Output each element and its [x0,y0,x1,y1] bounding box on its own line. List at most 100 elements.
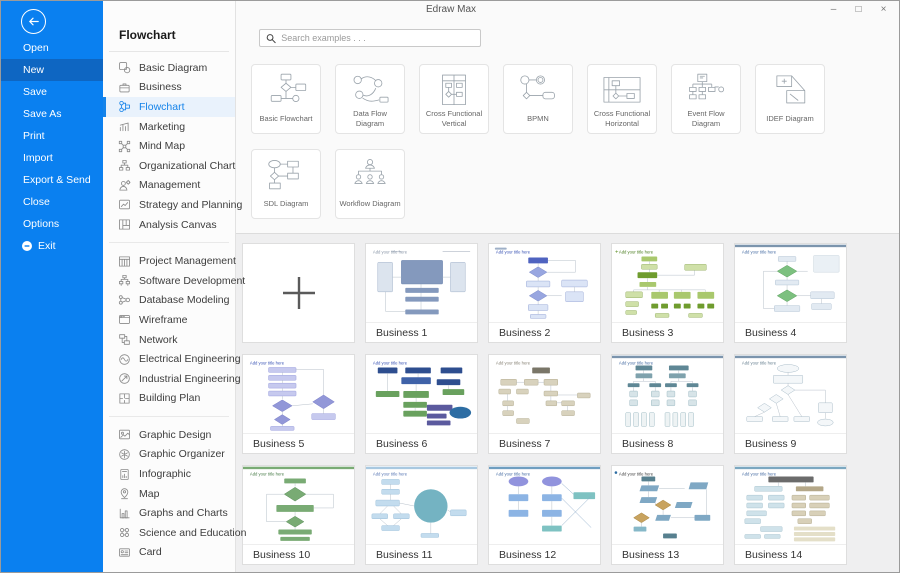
example-label: Business 3 [612,322,723,342]
sdl-diagram-icon [263,156,309,192]
example-label: Business 11 [366,544,477,564]
sidebar-item-options[interactable]: Options [1,213,103,235]
cross-functional-vertical-icon [431,71,477,107]
sidebar-item-exit[interactable]: Exit [1,235,103,257]
category-item-label: Graphs and Charts [139,507,228,519]
category-item-science-and-education[interactable]: Science and Education [103,523,235,543]
management-icon [118,179,131,192]
search-input[interactable] [281,33,474,43]
category-item-label: Wireframe [139,314,187,326]
sidebar-item-print[interactable]: Print [1,125,103,147]
example-label: Business 12 [489,544,600,564]
category-item-card[interactable]: Card [103,543,235,563]
category-item-network[interactable]: Network [103,330,235,350]
svg-text:Add your title here: Add your title here [496,361,531,366]
examples-section: Add your title hereBusiness 1Add your ti… [236,233,899,572]
svg-text:Add your title here: Add your title here [619,472,654,477]
sidebar-item-save-as[interactable]: Save As [1,103,103,125]
mind-map-icon [118,140,131,153]
file-menu-sidebar: OpenNewSaveSave AsPrintImportExport & Se… [1,1,103,572]
minimize-button[interactable]: – [821,1,846,18]
idef-diagram-icon [767,71,813,107]
template-type-basic-flowchart[interactable]: Basic Flowchart [251,64,321,134]
category-item-database-modeling[interactable]: Database Modeling [103,291,235,311]
category-item-management[interactable]: Management [103,176,235,196]
example-card-business-13[interactable]: Add your title hereBusiness 13 [611,465,724,565]
example-thumbnail: Add your title here [489,244,600,322]
example-card-business-1[interactable]: Add your title hereBusiness 1 [365,243,478,343]
example-card-business-7[interactable]: Add your title hereBusiness 7 [488,354,601,454]
category-item-building-plan[interactable]: Building Plan [103,389,235,409]
example-card-business-6[interactable]: Add your title hereBusiness 6 [365,354,478,454]
close-button[interactable]: × [871,1,896,18]
sidebar-item-new[interactable]: New [1,59,103,81]
category-item-mind-map[interactable]: Mind Map [103,136,235,156]
example-thumbnail: Add your title here [612,466,723,544]
example-thumbnail: Add your title here [366,466,477,544]
template-type-label: IDEF Diagram [763,107,817,133]
sidebar-item-export-send[interactable]: Export & Send [1,169,103,191]
category-item-label: Industrial Engineering [139,373,241,385]
example-card-business-5[interactable]: Add your title here Business 5 [242,354,355,454]
example-card-business-9[interactable]: Add your title hereBusiness 9 [734,354,847,454]
template-type-bpmn[interactable]: BPMN [503,64,573,134]
template-type-cross-functional-vertical[interactable]: Cross Functional Vertical [419,64,489,134]
category-item-label: Infographic [139,468,191,480]
sidebar-item-save[interactable]: Save [1,81,103,103]
template-type-data-flow-diagram[interactable]: Data Flow Diagram [335,64,405,134]
category-item-organizational-chart[interactable]: Organizational Chart [103,156,235,176]
new-blank-diagram-card[interactable] [242,243,355,343]
example-card-business-14[interactable]: Add your title hereBusiness 14 [734,465,847,565]
category-item-graphic-organizer[interactable]: Graphic Organizer [103,445,235,465]
template-type-idef-diagram[interactable]: IDEF Diagram [755,64,825,134]
category-item-graphs-and-charts[interactable]: Graphs and Charts [103,503,235,523]
category-item-strategy-and-planning[interactable]: Strategy and Planning [103,195,235,215]
example-card-business-10[interactable]: Add your title hereBusiness 10 [242,465,355,565]
category-item-label: Business [139,81,182,93]
example-card-business-11[interactable]: Add your title hereBusiness 11 [365,465,478,565]
template-type-cross-functional-horizontal[interactable]: Cross Functional Horizontal [587,64,657,134]
example-card-business-8[interactable]: Add your title hereBusiness 8 [611,354,724,454]
back-button[interactable] [21,9,46,34]
template-type-workflow-diagram[interactable]: Workflow Diagram [335,149,405,219]
sidebar-item-close[interactable]: Close [1,191,103,213]
template-type-label: SDL Diagram [261,192,312,218]
search-icon [266,33,276,44]
maximize-button[interactable]: □ [846,1,871,18]
category-item-flowchart[interactable]: Flowchart [103,97,235,117]
category-item-industrial-engineering[interactable]: Industrial Engineering [103,369,235,389]
example-label: Business 4 [735,322,846,342]
category-item-basic-diagram[interactable]: Basic Diagram [103,58,235,78]
sidebar-item-import[interactable]: Import [1,147,103,169]
example-label: Business 6 [366,433,477,453]
category-item-electrical-engineering[interactable]: Electrical Engineering [103,349,235,369]
svg-text:+: + [615,250,619,256]
example-thumbnail: Add your title here [735,244,846,322]
category-item-project-management[interactable]: Project Management [103,251,235,271]
category-item-wireframe[interactable]: Wireframe [103,310,235,330]
category-item-label: Map [139,488,159,500]
category-item-business[interactable]: Business [103,78,235,98]
project-management-icon [118,255,131,268]
example-card-business-12[interactable]: Add your title hereBusiness 12 [488,465,601,565]
template-type-sdl-diagram[interactable]: SDL Diagram [251,149,321,219]
svg-text:Add your title here: Add your title here [373,250,408,255]
svg-text:Add your title here: Add your title here [250,361,285,366]
category-item-software-development[interactable]: Software Development [103,271,235,291]
svg-text:Add your title here: Add your title here [496,250,531,255]
category-item-map[interactable]: Map [103,484,235,504]
template-type-label: Cross Functional Horizontal [588,107,656,133]
category-item-infographic[interactable]: Infographic [103,464,235,484]
example-card-business-4[interactable]: Add your title hereBusiness 4 [734,243,847,343]
sidebar-menu: OpenNewSaveSave AsPrintImportExport & Se… [1,37,103,257]
category-item-graphic-design[interactable]: Graphic Design [103,425,235,445]
template-type-event-flow-diagram[interactable]: Event Flow Diagram [671,64,741,134]
example-card-business-2[interactable]: Add your title hereBusiness 2 [488,243,601,343]
category-item-analysis-canvas[interactable]: Analysis Canvas [103,215,235,235]
sidebar-item-open[interactable]: Open [1,37,103,59]
example-card-business-3[interactable]: Add your title here+Business 3 [611,243,724,343]
marketing-icon [118,120,131,133]
category-item-marketing[interactable]: Marketing [103,117,235,137]
example-label: Business 5 [243,433,354,453]
category-item-label: Software Development [139,275,245,287]
